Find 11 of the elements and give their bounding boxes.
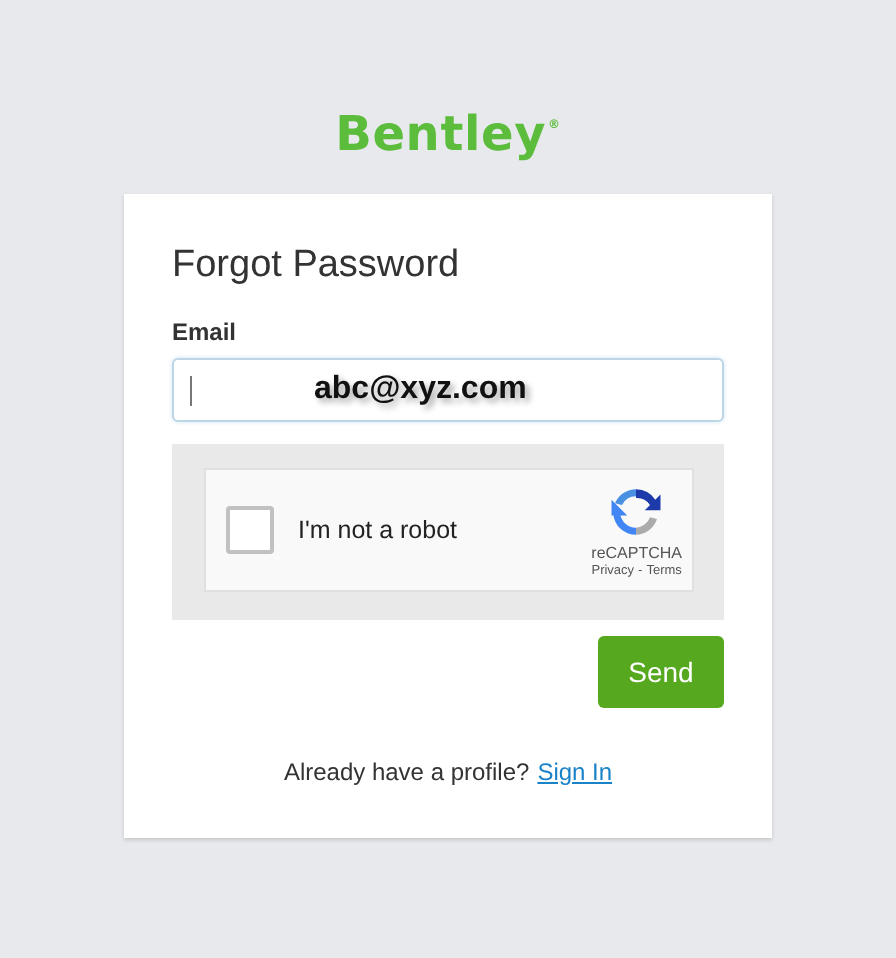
checkbox[interactable] bbox=[226, 506, 274, 554]
recaptcha-label: reCAPTCHA bbox=[591, 543, 682, 561]
sign-in-link[interactable]: Sign In bbox=[537, 758, 613, 786]
field-label: Email bbox=[172, 318, 239, 346]
form-title: Forgot Password bbox=[172, 242, 462, 290]
email-field[interactable]: abc@xyz.com bbox=[172, 358, 724, 422]
annotation-text: abc@xyz.com bbox=[314, 372, 527, 408]
footer-text: Already have a profile? bbox=[283, 758, 530, 786]
recaptcha-icon bbox=[608, 483, 665, 539]
text-cursor bbox=[190, 376, 192, 406]
checkbox-label: I'm not a robot bbox=[298, 516, 460, 544]
